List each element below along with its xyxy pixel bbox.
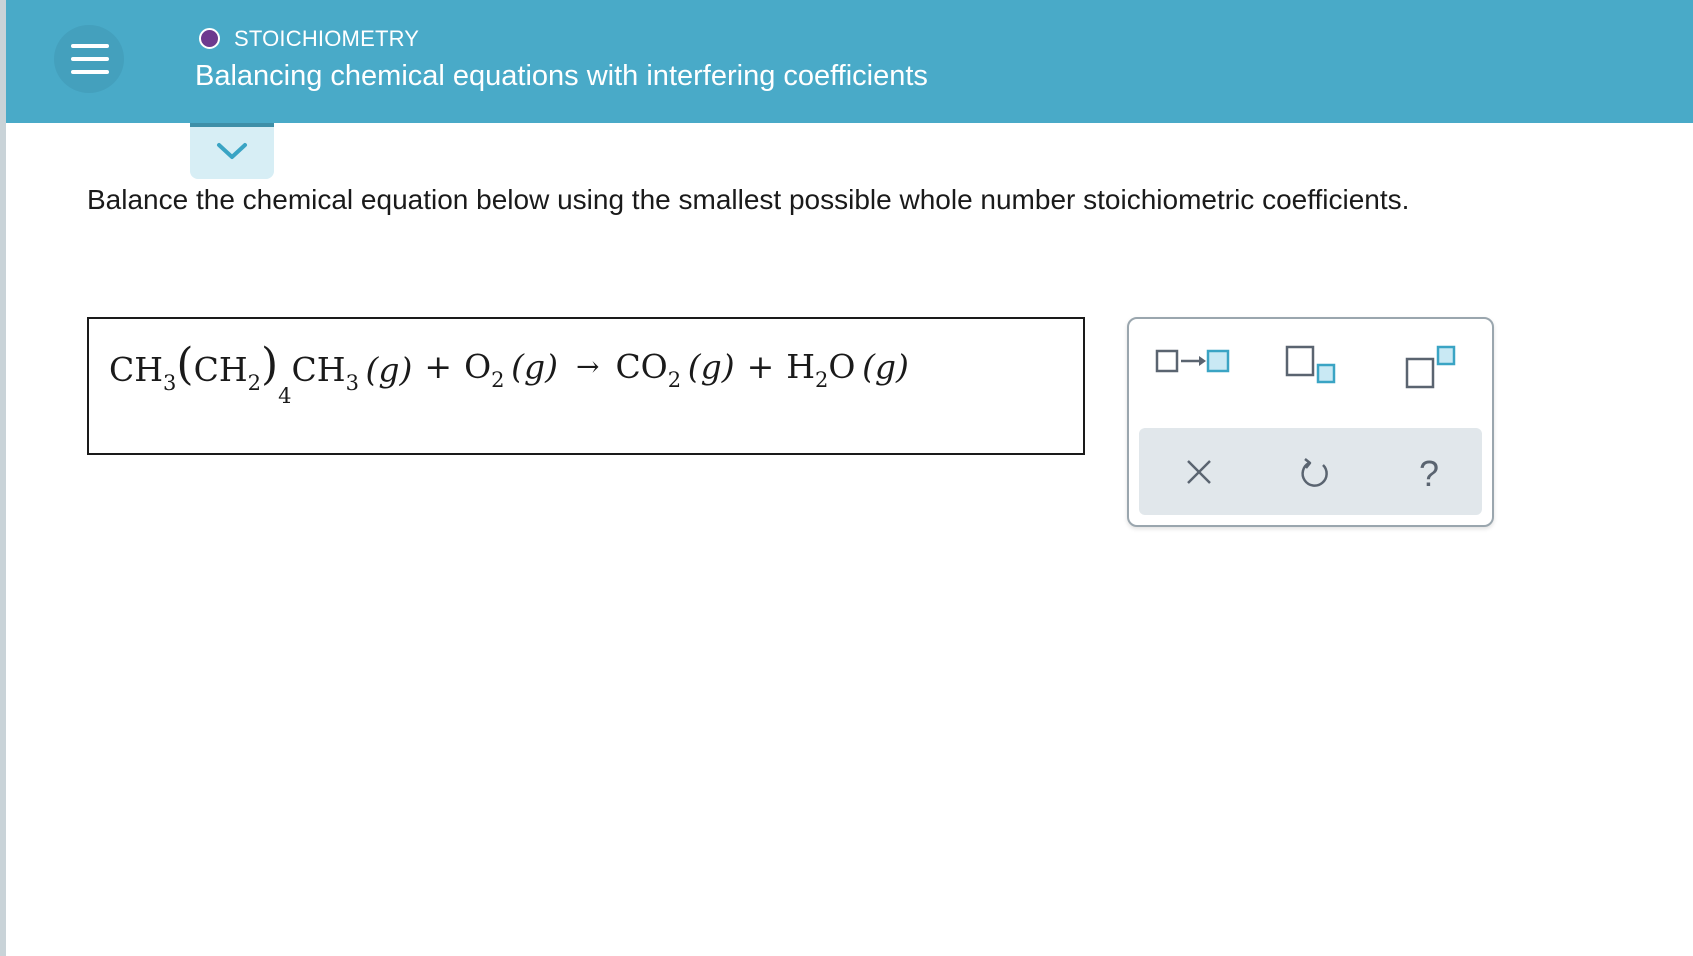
- undo-button[interactable]: [1297, 454, 1337, 494]
- reaction-arrow: →: [575, 350, 600, 383]
- x-icon: [1187, 460, 1211, 484]
- undo-icon: [1301, 458, 1328, 487]
- reactant-1: CH3(CH2)4CH3 (g): [109, 339, 413, 408]
- subscript-tool[interactable]: [1285, 345, 1337, 390]
- box-arrow-box-icon: [1155, 349, 1230, 373]
- answer-toolbox: ?: [1127, 317, 1494, 527]
- superscript-icon: [1405, 345, 1456, 389]
- collapse-toggle-button[interactable]: [190, 123, 274, 179]
- chemical-equation: CH3(CH2)4CH3 (g) + O2 (g) → CO2 (g) + H2…: [109, 339, 909, 408]
- clear-button[interactable]: [1181, 454, 1221, 494]
- question-mark-icon: ?: [1419, 453, 1439, 494]
- header: STOICHIOMETRY Balancing chemical equatio…: [6, 0, 1693, 123]
- question-instruction: Balance the chemical equation below usin…: [87, 184, 1410, 215]
- chevron-down-icon: [217, 143, 247, 159]
- svg-text:?: ?: [1419, 454, 1439, 494]
- topic-label: STOICHIOMETRY: [234, 26, 420, 51]
- equation-answer-box[interactable]: CH3(CH2)4CH3 (g) + O2 (g) → CO2 (g) + H2…: [87, 317, 1085, 455]
- subscript-icon: [1285, 345, 1336, 384]
- coefficient-arrow-tool[interactable]: [1155, 345, 1231, 380]
- product-1: CO2 (g): [615, 347, 735, 392]
- left-edge: [0, 0, 6, 956]
- plus-sign: +: [746, 347, 775, 386]
- plus-sign: +: [424, 347, 453, 386]
- superscript-tool[interactable]: [1405, 345, 1457, 394]
- page-title: Balancing chemical equations with interf…: [195, 60, 928, 92]
- action-bar: ?: [1139, 428, 1482, 515]
- reactant-2: O2 (g): [464, 347, 558, 392]
- hamburger-menu-icon[interactable]: [54, 25, 124, 93]
- topic-status-dot: [199, 28, 220, 49]
- product-2: H2O (g): [786, 347, 909, 392]
- help-button[interactable]: ?: [1411, 453, 1451, 494]
